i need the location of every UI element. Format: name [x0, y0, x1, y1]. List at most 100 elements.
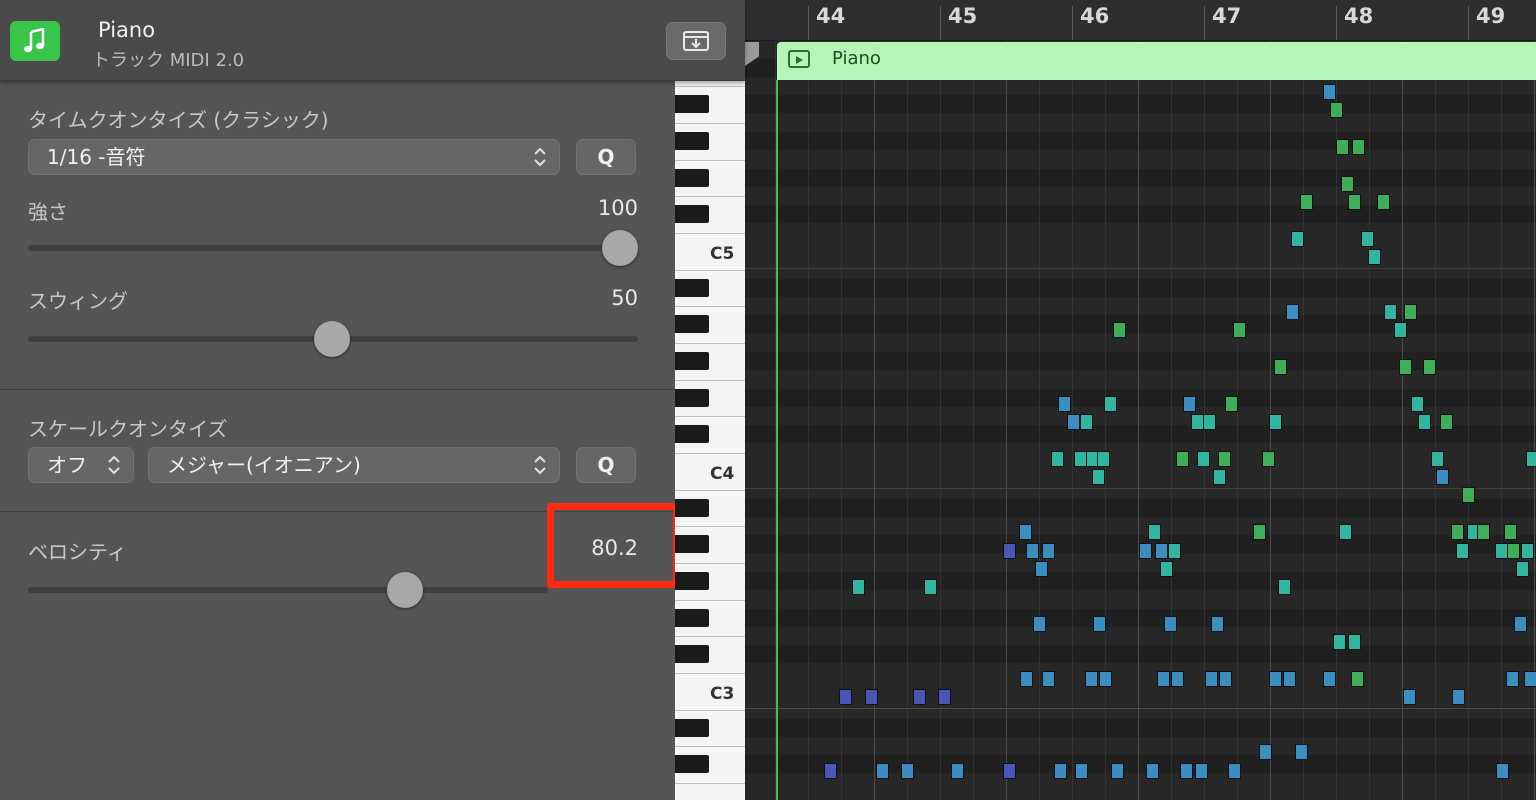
midi-note[interactable]: [1176, 451, 1189, 467]
swing-slider-knob[interactable]: [314, 321, 350, 357]
midi-note[interactable]: [1058, 396, 1071, 412]
midi-note[interactable]: [1451, 524, 1464, 540]
midi-note[interactable]: [1514, 616, 1527, 632]
midi-note[interactable]: [1348, 194, 1361, 210]
midi-note[interactable]: [1099, 671, 1112, 687]
midi-note[interactable]: [1291, 231, 1304, 247]
midi-note[interactable]: [1093, 616, 1106, 632]
midi-note[interactable]: [1403, 689, 1416, 705]
black-key[interactable]: [675, 719, 709, 737]
midi-note[interactable]: [913, 689, 926, 705]
midi-note[interactable]: [1341, 176, 1354, 192]
black-key[interactable]: [675, 499, 709, 517]
strength-slider-knob[interactable]: [602, 230, 638, 266]
midi-note[interactable]: [1339, 524, 1352, 540]
midi-note[interactable]: [1203, 414, 1216, 430]
black-key[interactable]: [675, 352, 709, 370]
midi-note[interactable]: [1526, 451, 1536, 467]
midi-note[interactable]: [1195, 763, 1208, 779]
black-key[interactable]: [675, 132, 709, 150]
midi-note[interactable]: [1075, 763, 1088, 779]
scale-quantize-q-button[interactable]: Q: [576, 447, 636, 483]
midi-note[interactable]: [1351, 671, 1364, 687]
midi-note[interactable]: [1333, 634, 1346, 650]
midi-note[interactable]: [1423, 359, 1436, 375]
midi-note[interactable]: [1205, 671, 1218, 687]
midi-note[interactable]: [1368, 249, 1381, 265]
midi-note[interactable]: [1348, 634, 1361, 650]
midi-note[interactable]: [1274, 359, 1287, 375]
midi-note[interactable]: [1477, 524, 1490, 540]
midi-note[interactable]: [876, 763, 889, 779]
midi-note[interactable]: [1323, 671, 1336, 687]
black-key[interactable]: [675, 205, 709, 223]
midi-note[interactable]: [1180, 763, 1193, 779]
black-key[interactable]: [675, 645, 709, 663]
midi-note[interactable]: [1164, 616, 1177, 632]
midi-note[interactable]: [1113, 322, 1126, 338]
midi-note[interactable]: [1019, 524, 1032, 540]
midi-note[interactable]: [1516, 561, 1529, 577]
midi-note[interactable]: [1148, 524, 1161, 540]
midi-note[interactable]: [1300, 194, 1313, 210]
black-key[interactable]: [675, 755, 709, 773]
midi-note[interactable]: [824, 763, 837, 779]
midi-note[interactable]: [1104, 396, 1117, 412]
black-key[interactable]: [675, 609, 709, 627]
midi-note[interactable]: [1269, 414, 1282, 430]
midi-note[interactable]: [1051, 451, 1064, 467]
bar-ruler[interactable]: 44 45 46 47 48 49: [745, 0, 1536, 41]
midi-note[interactable]: [1384, 304, 1397, 320]
midi-note[interactable]: [1213, 469, 1226, 485]
midi-note[interactable]: [1054, 763, 1067, 779]
midi-note[interactable]: [1506, 671, 1519, 687]
scale-mode-popup[interactable]: オフ: [28, 447, 134, 483]
midi-note[interactable]: [865, 689, 878, 705]
scale-type-popup[interactable]: メジャー(イオニアン): [148, 447, 560, 483]
download-button[interactable]: [666, 22, 726, 60]
midi-note[interactable]: [1394, 322, 1407, 338]
midi-note[interactable]: [1504, 524, 1517, 540]
midi-note[interactable]: [1411, 396, 1424, 412]
midi-note[interactable]: [924, 579, 937, 595]
midi-note[interactable]: [1026, 543, 1039, 559]
time-quantize-q-button[interactable]: Q: [576, 139, 636, 175]
black-key[interactable]: [675, 315, 709, 333]
midi-note[interactable]: [1155, 543, 1168, 559]
midi-note[interactable]: [1219, 671, 1232, 687]
time-quantize-popup[interactable]: 1/16 -音符: [28, 139, 560, 175]
midi-note[interactable]: [1521, 543, 1534, 559]
midi-note[interactable]: [1139, 543, 1152, 559]
midi-note[interactable]: [1330, 102, 1343, 118]
midi-note[interactable]: [1197, 451, 1210, 467]
black-key[interactable]: [675, 389, 709, 407]
black-key[interactable]: [675, 279, 709, 297]
midi-note[interactable]: [1218, 451, 1231, 467]
black-key[interactable]: [675, 572, 709, 590]
midi-note[interactable]: [1033, 616, 1046, 632]
midi-note[interactable]: [1524, 671, 1536, 687]
velocity-slider[interactable]: [28, 587, 548, 593]
midi-note[interactable]: [1452, 689, 1465, 705]
midi-note[interactable]: [1456, 543, 1469, 559]
midi-note[interactable]: [839, 689, 852, 705]
midi-note[interactable]: [1211, 616, 1224, 632]
midi-note[interactable]: [1035, 561, 1048, 577]
midi-note[interactable]: [1233, 322, 1246, 338]
midi-note[interactable]: [1160, 561, 1173, 577]
midi-note[interactable]: [1431, 451, 1444, 467]
midi-note[interactable]: [1496, 763, 1509, 779]
midi-note[interactable]: [1168, 543, 1181, 559]
midi-note[interactable]: [1377, 194, 1390, 210]
midi-note[interactable]: [1361, 231, 1374, 247]
midi-note[interactable]: [938, 689, 951, 705]
midi-note[interactable]: [1418, 414, 1431, 430]
midi-note[interactable]: [1440, 414, 1453, 430]
midi-note[interactable]: [1286, 304, 1299, 320]
midi-note[interactable]: [1111, 763, 1124, 779]
midi-note[interactable]: [1399, 359, 1412, 375]
midi-note[interactable]: [1003, 543, 1016, 559]
midi-note[interactable]: [1020, 671, 1033, 687]
midi-note[interactable]: [1183, 396, 1196, 412]
midi-note[interactable]: [1042, 543, 1055, 559]
